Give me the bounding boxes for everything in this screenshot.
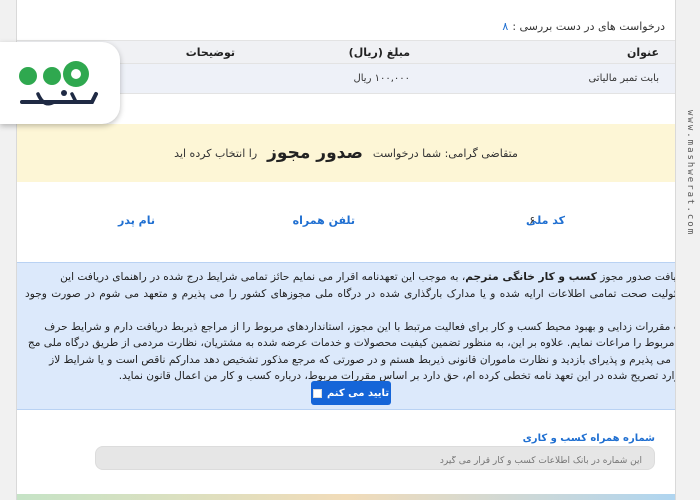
fee-amount: ۱۰۰,۰۰۰ ریال: [353, 73, 410, 84]
fee-title: بابت تمبر مالیاتی: [588, 73, 659, 84]
mashwerat-logo: [0, 42, 120, 124]
father-name-label: نام پدر: [118, 214, 155, 227]
column-title: عنوان: [626, 45, 659, 59]
column-amount: مبلغ (ریال): [348, 45, 410, 59]
confirm-checkbox[interactable]: [312, 388, 322, 398]
notice-suffix: را انتخاب کرده اید: [174, 146, 258, 160]
agreement-permit-name: کسب و کار خانگی مترجم: [465, 271, 597, 283]
business-phone-section: شماره همراه کسب و کاری: [17, 430, 675, 490]
agreement-line: ر و فعالیت مربوط را مراعات نمایم. علاوه …: [27, 337, 676, 349]
notice-prefix: متقاضی گرامی: شما درخواست: [372, 146, 518, 160]
pending-requests-title: درخواست های در دست بررسی :: [512, 19, 665, 33]
mobile-label: تلفن همراه: [292, 214, 355, 227]
column-description: توضیحات: [185, 45, 235, 59]
agreement-line: ی پسینی را می پذیرم و پذیرای بازدید و نظ…: [49, 353, 676, 366]
pending-requests-count[interactable]: ۸: [502, 20, 508, 33]
agreement-box: متقاضی دریافت صدور مجوز کسب و کار خانگی …: [17, 262, 675, 410]
agreement-line: د تأیید هیات مقررات زدایی و بهبود محیط ک…: [44, 320, 676, 333]
confirm-button-label: تایید می کنم: [326, 387, 390, 399]
selected-service-notice: متقاضی گرامی: شما درخواست صدور مجوز را ا…: [17, 124, 675, 182]
logo-mark-icon: [19, 61, 98, 106]
site-watermark: www.mashwerat.com: [685, 110, 695, 237]
business-phone-label: شماره همراه کسب و کاری: [522, 433, 655, 444]
bottom-decor-strip: [17, 494, 675, 500]
agreement-line: متقاضی دریافت صدور مجوز کسب و کار خانگی …: [60, 271, 675, 283]
agreement-line: ستم و مسئولیت صحت تمامی اطلاعات ارایه شد…: [25, 287, 675, 300]
agreement-text: متقاضی دریافت صدور مجوز کسب و کار خانگی …: [25, 269, 676, 385]
national-code-value: ۶: [529, 214, 535, 227]
business-phone-input[interactable]: [95, 446, 655, 470]
selected-service-name: صدور مجوز: [267, 143, 363, 163]
pending-requests-bar: درخواست های در دست بررسی : ۸: [17, 14, 675, 38]
confirm-button[interactable]: تایید می کنم: [311, 381, 391, 405]
applicant-fields: کد ملی ۶ تلفن همراه نام پدر: [17, 206, 675, 236]
